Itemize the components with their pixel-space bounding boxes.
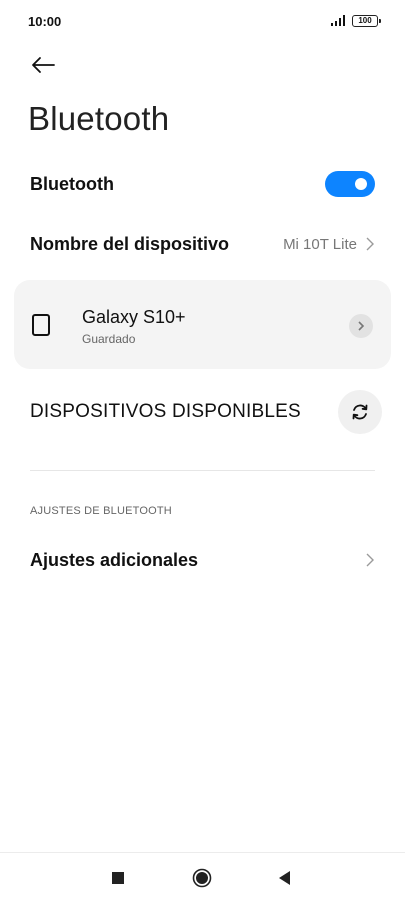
device-name-label: Nombre del dispositivo bbox=[30, 233, 230, 254]
triangle-back-icon bbox=[279, 871, 290, 885]
page-title: Bluetooth bbox=[28, 100, 170, 137]
chevron-right-icon bbox=[366, 237, 374, 251]
refresh-button[interactable] bbox=[338, 390, 382, 434]
bluetooth-settings-heading: AJUSTES DE BLUETOOTH bbox=[30, 505, 172, 517]
home-button[interactable] bbox=[187, 863, 217, 893]
available-devices-heading: DISPOSITIVOS DISPONIBLES bbox=[30, 401, 301, 422]
device-name-row[interactable]: Nombre del dispositivo Mi 10T Lite bbox=[0, 216, 405, 272]
device-name-value: Mi 10T Lite bbox=[283, 235, 357, 253]
status-time: 10:00 bbox=[28, 14, 62, 29]
signal-icon bbox=[331, 15, 345, 26]
chevron-right-icon bbox=[358, 321, 365, 331]
bluetooth-toggle-switch[interactable] bbox=[325, 171, 375, 197]
bluetooth-toggle-label: Bluetooth bbox=[30, 173, 114, 194]
circle-icon bbox=[192, 868, 212, 888]
phone-device-icon bbox=[32, 314, 50, 336]
bluetooth-toggle-row[interactable]: Bluetooth bbox=[0, 156, 405, 212]
navigation-bar bbox=[0, 852, 405, 902]
paired-device-name: Galaxy S10+ bbox=[82, 307, 186, 327]
square-icon bbox=[112, 872, 124, 884]
bluetooth-settings-screen: 10:00 100 Bluetooth Bluetooth Nombre del… bbox=[0, 0, 405, 902]
back-nav-button[interactable] bbox=[270, 863, 300, 893]
section-divider bbox=[30, 470, 375, 471]
additional-settings-row[interactable]: Ajustes adicionales bbox=[0, 532, 405, 588]
device-details-button[interactable] bbox=[349, 314, 373, 338]
battery-icon: 100 bbox=[352, 15, 381, 27]
back-button[interactable] bbox=[28, 50, 58, 80]
toggle-knob bbox=[355, 178, 367, 190]
paired-device-status: Guardado bbox=[82, 332, 136, 346]
paired-device-card[interactable]: Galaxy S10+ Guardado bbox=[14, 280, 391, 369]
additional-settings-label: Ajustes adicionales bbox=[30, 549, 199, 570]
refresh-icon bbox=[352, 404, 368, 420]
recent-apps-button[interactable] bbox=[103, 863, 133, 893]
chevron-right-icon bbox=[366, 553, 374, 567]
back-arrow-icon bbox=[32, 57, 55, 73]
status-bar: 10:00 100 bbox=[0, 0, 405, 44]
